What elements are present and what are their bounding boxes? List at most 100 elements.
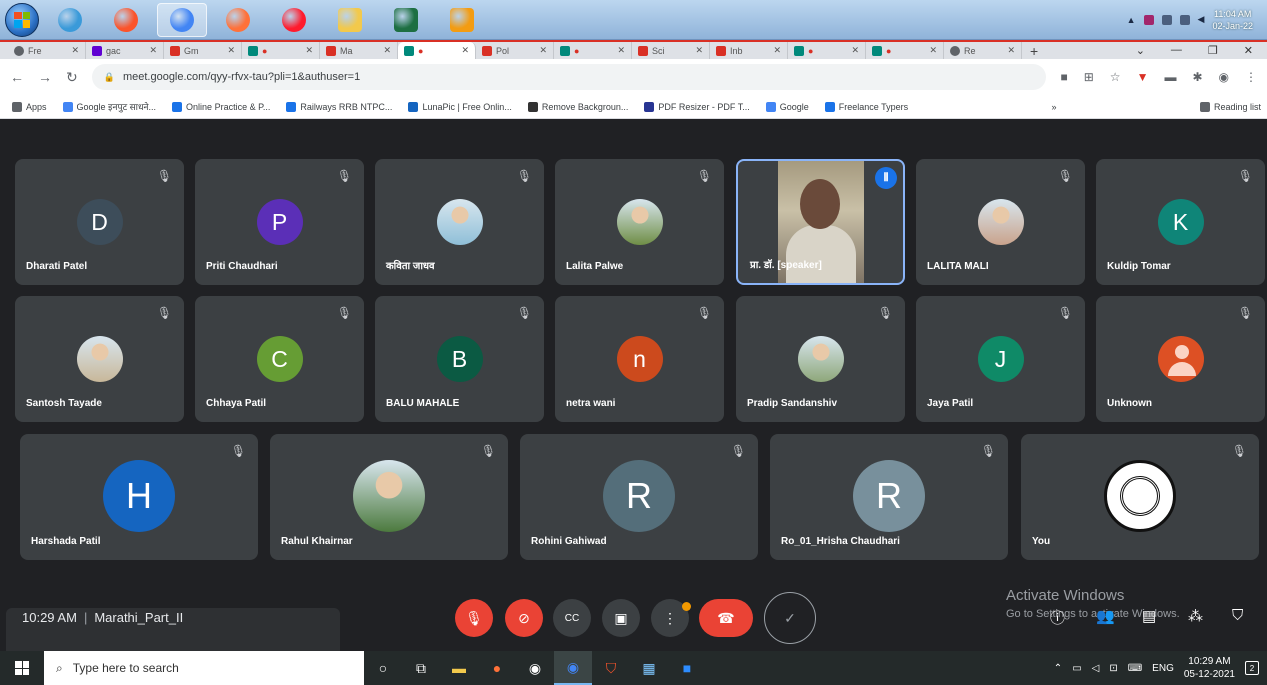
close-tab-icon[interactable]: ✕ — [383, 45, 391, 56]
keyboard-icon[interactable]: ⌨ — [1128, 663, 1142, 674]
bookmarks-overflow-icon[interactable]: » — [1052, 102, 1057, 112]
extension-icon[interactable]: ▼ — [1137, 70, 1149, 84]
close-tab-icon[interactable]: ✕ — [851, 45, 859, 56]
taskbar-app-internet-explorer[interactable] — [45, 3, 95, 37]
chrome-icon[interactable]: ◉ — [554, 651, 592, 685]
browser-tab[interactable]: Gm ✕ — [164, 42, 242, 59]
taskbar-app-brave[interactable] — [101, 3, 151, 37]
profile-icon[interactable]: ◉ — [1219, 70, 1229, 84]
language-indicator[interactable]: ENG — [1152, 663, 1174, 674]
taskbar-app-excel[interactable] — [381, 3, 431, 37]
taskbar-app-file-explorer[interactable] — [325, 3, 375, 37]
taskbar-search-box[interactable]: ⌕ Type here to search — [44, 651, 364, 685]
file-explorer-icon[interactable]: ▬ — [440, 651, 478, 685]
captions-button[interactable]: CC — [553, 599, 591, 637]
start-orb[interactable] — [5, 2, 39, 37]
present-button[interactable]: ▣ — [602, 599, 640, 637]
bookmark-item[interactable]: PDF Resizer - PDF T... — [644, 100, 750, 113]
network-icon[interactable] — [1161, 14, 1172, 25]
participant-tile[interactable]: 🎙 R Rohini Gahiwad — [520, 434, 758, 560]
task-view-icon[interactable]: ⧉ — [402, 651, 440, 685]
browser-tab[interactable]: ● ✕ — [866, 42, 944, 59]
participant-tile[interactable]: 🎙 Rahul Khairnar — [270, 434, 508, 560]
activities-icon[interactable]: ⁂ — [1188, 607, 1203, 625]
chevron-up-icon[interactable]: ▲ — [1127, 15, 1136, 25]
bookmark-item[interactable]: Freelance Typers — [824, 100, 908, 113]
puzzle-icon[interactable]: ✱ — [1192, 70, 1202, 84]
info-icon[interactable]: ⓘ — [1050, 607, 1065, 628]
translate-icon[interactable]: ⊞ — [1084, 70, 1094, 84]
bookmark-item[interactable]: Apps — [12, 100, 47, 113]
back-arrow-icon[interactable]: ← — [10, 69, 24, 85]
close-tab-icon[interactable]: ✕ — [1007, 45, 1015, 56]
participant-tile[interactable]: 🎙 कविता जाधव — [375, 159, 544, 285]
close-tab-icon[interactable]: ✕ — [617, 45, 625, 56]
close-tab-icon[interactable]: ✕ — [539, 45, 547, 56]
browser-tab[interactable]: ● ✕ — [788, 42, 866, 59]
lock-icon[interactable]: 🔒 — [104, 72, 115, 83]
minimize-button[interactable]: — — [1171, 44, 1182, 57]
browser-tab[interactable]: Pol ✕ — [476, 42, 554, 59]
people-icon[interactable]: 👥 — [1096, 607, 1115, 625]
reading-list[interactable]: Reading list — [1199, 101, 1267, 112]
close-tab-icon[interactable]: ✕ — [773, 45, 781, 56]
browser-tab[interactable]: gac ✕ — [86, 42, 164, 59]
top-clock[interactable]: 11:04 AM 02-Jan-22 — [1212, 8, 1253, 32]
participant-tile[interactable]: 🎙 n netra wani — [555, 296, 724, 422]
browser-tab[interactable]: ● ✕ — [242, 42, 320, 59]
bookmark-item[interactable]: Remove Backgroun... — [527, 100, 628, 113]
tray-app-icon[interactable] — [1143, 14, 1154, 25]
reload-icon[interactable]: ↻ — [66, 69, 78, 86]
tab-search-icon[interactable]: ⌄ — [1136, 44, 1145, 57]
media-player-icon[interactable]: ◉ — [516, 651, 554, 685]
close-tab-icon[interactable]: ✕ — [695, 45, 703, 56]
host-controls-icon[interactable]: ⛉ — [1232, 607, 1243, 624]
close-tab-icon[interactable]: ✕ — [461, 45, 469, 56]
bookmark-star-icon[interactable]: ☆ — [1110, 70, 1121, 84]
menu-dots-icon[interactable]: ⋮ — [1245, 70, 1257, 84]
participant-tile[interactable]: ⦀ प्रा. डॉ. [speaker] — [736, 159, 905, 285]
camera-icon[interactable]: ■ — [1060, 70, 1067, 84]
browser-tab[interactable]: ● ✕ — [554, 42, 632, 59]
restore-button[interactable]: ❐ — [1208, 44, 1218, 57]
browser-tab[interactable]: Inb ✕ — [710, 42, 788, 59]
participant-tile[interactable]: 🎙 P Priti Chaudhari — [195, 159, 364, 285]
chevron-up-icon[interactable]: ⌃ — [1054, 663, 1062, 674]
new-tab-button[interactable]: + — [1030, 43, 1038, 59]
taskbar-app-chrome[interactable] — [157, 2, 207, 37]
close-window-button[interactable]: ✕ — [1244, 44, 1253, 57]
participant-tile[interactable]: 🎙 K Kuldip Tomar — [1096, 159, 1265, 285]
speaker-icon[interactable]: ◀ — [1198, 14, 1205, 25]
taskbar-app-opera[interactable] — [269, 3, 319, 37]
chat-icon[interactable]: ▤ — [1142, 607, 1156, 625]
participant-tile[interactable]: 🎙 B BALU MAHALE — [375, 296, 544, 422]
close-tab-icon[interactable]: ✕ — [305, 45, 313, 56]
display-icon[interactable] — [1179, 14, 1190, 25]
close-tab-icon[interactable]: ✕ — [71, 45, 79, 56]
participant-tile[interactable]: 🎙 R Ro_01_Hrisha Chaudhari — [770, 434, 1008, 560]
network-icon[interactable]: ⊡ — [1109, 663, 1117, 674]
participant-tile[interactable]: 🎙 J Jaya Patil — [916, 296, 1085, 422]
browser-tab[interactable]: Sci ✕ — [632, 42, 710, 59]
browser-tab[interactable]: Fre ✕ — [8, 42, 86, 59]
participant-tile[interactable]: 🎙 Lalita Palwe — [555, 159, 724, 285]
bookmark-item[interactable]: Google — [765, 100, 809, 113]
participant-tile[interactable]: 🎙 You — [1021, 434, 1259, 560]
zoom-icon[interactable]: ■ — [668, 651, 706, 685]
notification-center-icon[interactable]: 2 — [1245, 661, 1259, 675]
address-bar[interactable]: 🔒 meet.google.com/qyy-rfvx-tau?pli=1&aut… — [91, 64, 1047, 90]
bookmark-item[interactable]: Online Practice & P... — [172, 100, 270, 113]
media-icon[interactable]: ▬ — [1164, 70, 1176, 84]
brave-icon[interactable]: ⛉ — [592, 651, 630, 685]
taskbar-app-firefox[interactable] — [213, 3, 263, 37]
participant-tile[interactable]: 🎙 Santosh Tayade — [15, 296, 184, 422]
battery-icon[interactable]: ▭ — [1072, 663, 1081, 674]
teams-app-icon[interactable]: ▦ — [630, 651, 668, 685]
start-button[interactable] — [0, 651, 44, 685]
close-tab-icon[interactable]: ✕ — [227, 45, 235, 56]
browser-tab[interactable]: ● ✕ — [398, 42, 476, 59]
browser-tab[interactable]: Re ✕ — [944, 42, 1022, 59]
participant-tile[interactable]: 🎙 Unknown — [1096, 296, 1265, 422]
participant-tile[interactable]: 🎙 Pradip Sandanshiv — [736, 296, 905, 422]
leave-call-button[interactable]: ☎ — [699, 599, 753, 637]
